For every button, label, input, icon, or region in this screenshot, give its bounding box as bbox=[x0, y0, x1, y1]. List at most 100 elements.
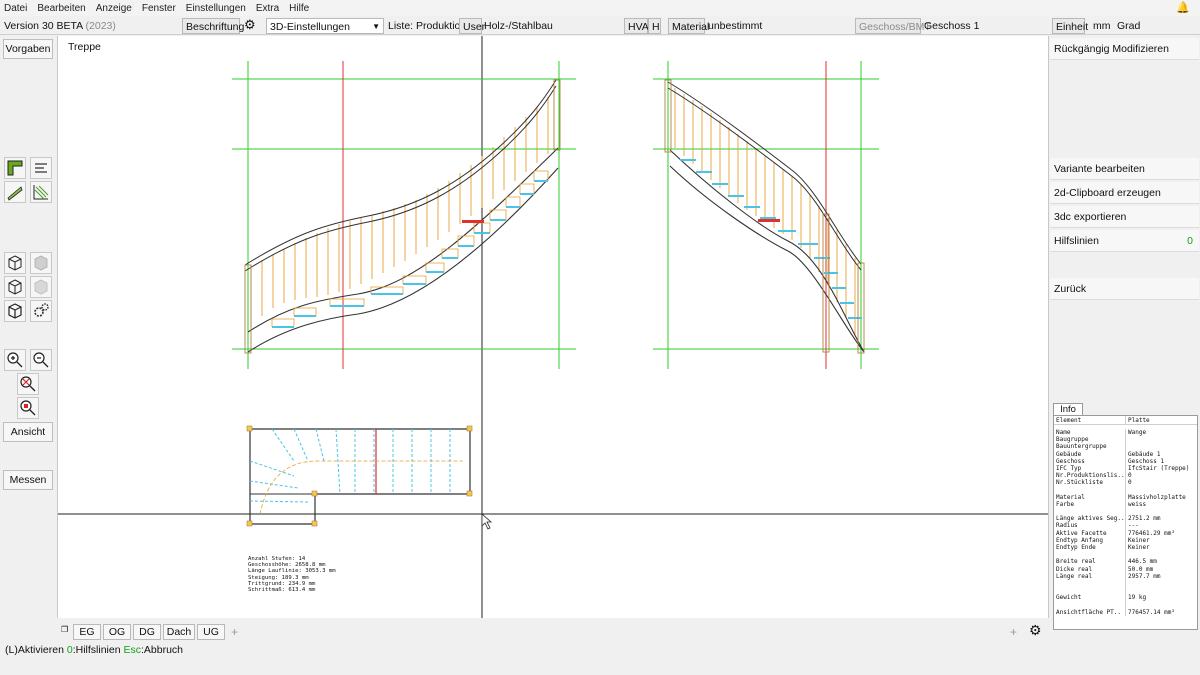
ansicht-button[interactable]: Ansicht bbox=[3, 422, 53, 442]
gear-icon[interactable]: ⚙ bbox=[244, 18, 264, 34]
info-rows: Name Wange Baugruppe Bauuntergruppe Gebäude G… bbox=[1054, 429, 1197, 616]
einheit-button[interactable]: Einheit bbox=[1052, 18, 1088, 34]
info-value bbox=[1126, 443, 1197, 450]
info-value bbox=[1126, 487, 1197, 494]
menu-einstellungen[interactable]: Einstellungen bbox=[186, 3, 246, 14]
info-key: Aktive Facette bbox=[1054, 529, 1126, 537]
info-row bbox=[1054, 601, 1197, 609]
geschoss-button[interactable]: Geschoss/BMT bbox=[855, 18, 931, 34]
stair-tool-icon[interactable] bbox=[30, 181, 52, 203]
hva-button[interactable]: HVA bbox=[624, 18, 649, 34]
info-value: Keiner bbox=[1128, 544, 1150, 551]
info-row: Länge aktives Seg.. 2751.2 mm bbox=[1054, 515, 1197, 523]
element-tool-icon[interactable] bbox=[4, 157, 26, 179]
info-key bbox=[1054, 587, 1126, 595]
menu-extra[interactable]: Extra bbox=[256, 3, 279, 14]
info-row: Name Wange bbox=[1054, 429, 1197, 437]
window-icon[interactable]: ❐ bbox=[61, 625, 68, 634]
export-3dc-button[interactable]: 3dc exportieren bbox=[1050, 206, 1199, 228]
info-row bbox=[1054, 508, 1197, 516]
zoom-in-icon[interactable] bbox=[4, 349, 26, 371]
h-button[interactable]: H bbox=[648, 18, 661, 34]
info-row: Geschoss Geschoss 1 bbox=[1054, 457, 1197, 465]
menu-anzeige[interactable]: Anzeige bbox=[96, 3, 132, 14]
tab-dg[interactable]: DG bbox=[133, 624, 161, 640]
solid-cube-icon[interactable] bbox=[30, 252, 52, 274]
tab-ug[interactable]: UG bbox=[197, 624, 225, 640]
user-button[interactable]: User bbox=[459, 18, 485, 34]
edit-variant-button[interactable]: Variante bearbeiten bbox=[1050, 158, 1199, 180]
treads-left bbox=[272, 180, 548, 328]
back-button[interactable]: Zurück bbox=[1050, 278, 1199, 300]
menu-bar: Datei Bearbeiten Anzeige Fenster Einstel… bbox=[0, 0, 1200, 16]
clipboard-2d-button[interactable]: 2d-Clipboard erzeugen bbox=[1050, 182, 1199, 204]
messen-button[interactable]: Messen bbox=[3, 470, 53, 490]
tab-og[interactable]: OG bbox=[103, 624, 131, 640]
bell-icon[interactable]: 🔔 bbox=[1176, 1, 1190, 14]
beschriftung-button[interactable]: Beschriftung bbox=[182, 18, 244, 34]
undo-modify-button[interactable]: Rückgängig Modifizieren bbox=[1050, 38, 1199, 60]
tab-eg[interactable]: EG bbox=[73, 624, 101, 640]
material-button[interactable]: Material bbox=[668, 18, 709, 34]
add-icon[interactable]: + bbox=[1010, 625, 1017, 639]
info-key: Bauuntergruppe bbox=[1054, 443, 1126, 451]
cube-view-icon[interactable] bbox=[4, 252, 26, 274]
zoom-out-icon[interactable] bbox=[30, 349, 52, 371]
vorgaben-button[interactable]: Vorgaben bbox=[3, 39, 53, 59]
list-tool-icon[interactable] bbox=[30, 157, 52, 179]
info-key: Nr.Produktionslis.. bbox=[1056, 472, 1126, 480]
grid-lines-left bbox=[232, 61, 576, 369]
info-value: 776461.29 mm² bbox=[1128, 529, 1175, 537]
dropdown-arrow-icon: ▼ bbox=[372, 22, 380, 31]
info-value: Geschoss 1 bbox=[1128, 457, 1165, 465]
view-settings-select[interactable]: 3D-Einstellungen ▼ bbox=[266, 18, 384, 34]
material-value[interactable]: unbestimmt bbox=[708, 18, 762, 34]
cube-render-icon[interactable] bbox=[4, 300, 26, 322]
status-cancel: :Abbruch bbox=[141, 644, 184, 656]
info-row: Nr.Stückliste 0 bbox=[1054, 479, 1197, 487]
info-tab[interactable]: Info bbox=[1053, 403, 1083, 415]
settings-gear-icon[interactable]: ⚙ bbox=[1029, 622, 1042, 639]
info-key: Länge real bbox=[1054, 572, 1126, 580]
geschoss-value[interactable]: Geschoss 1 bbox=[924, 18, 979, 34]
info-value bbox=[1126, 587, 1197, 594]
info-value: 19 kg bbox=[1128, 594, 1147, 602]
user-value[interactable]: Holz-/Stahlbau bbox=[484, 18, 553, 34]
info-row: Endtyp Ende Keiner bbox=[1054, 544, 1197, 552]
add-tab-icon[interactable]: + bbox=[231, 625, 238, 639]
info-row bbox=[1054, 486, 1197, 494]
zoom-reset-icon[interactable] bbox=[17, 373, 39, 395]
zoom-fit-icon[interactable] bbox=[17, 397, 39, 419]
plan-treads bbox=[249, 428, 451, 503]
tread-outlines-left bbox=[271, 170, 549, 327]
info-value: IfcStair (Treppe) bbox=[1128, 464, 1190, 472]
unit-angle[interactable]: Grad bbox=[1117, 18, 1140, 34]
info-value bbox=[1126, 436, 1197, 443]
drawing-canvas[interactable]: Treppe Anzahl Stufen: 14 Geschosshöhe: 2… bbox=[57, 36, 1049, 618]
info-value: weiss bbox=[1128, 500, 1147, 508]
gears-icon[interactable] bbox=[30, 300, 52, 322]
liste-label[interactable]: Liste: Produktion bbox=[388, 18, 466, 34]
slope-tool-icon[interactable] bbox=[4, 181, 26, 203]
info-value: Platte bbox=[1128, 417, 1150, 424]
menu-bearbeiten[interactable]: Bearbeiten bbox=[37, 3, 85, 14]
menu-hilfe[interactable]: Hilfe bbox=[289, 3, 309, 14]
tab-dach[interactable]: Dach bbox=[163, 624, 195, 640]
menu-fenster[interactable]: Fenster bbox=[142, 3, 176, 14]
mouse-cursor-icon bbox=[481, 513, 493, 530]
cube-wire-icon[interactable] bbox=[4, 276, 26, 298]
info-row bbox=[1054, 579, 1197, 588]
version-year: (2023) bbox=[85, 20, 116, 32]
info-row: Breite real 446.5 mm bbox=[1054, 558, 1197, 566]
info-value: Massivholzplatte bbox=[1128, 493, 1186, 501]
info-row: Baugruppe bbox=[1054, 436, 1197, 444]
unit-length[interactable]: mm bbox=[1093, 18, 1111, 34]
info-row: Gewicht 19 kg bbox=[1054, 594, 1197, 602]
right-elevation-view bbox=[653, 61, 879, 369]
menu-datei[interactable]: Datei bbox=[4, 3, 27, 14]
info-row: Bauuntergruppe bbox=[1054, 443, 1197, 451]
helper-lines-button[interactable]: Hilfslinien 0 bbox=[1050, 230, 1199, 252]
info-row: Gebäude Gebäude 1 bbox=[1054, 450, 1197, 458]
grid-lines-right bbox=[653, 61, 879, 369]
solid-cube-grey-icon[interactable] bbox=[30, 276, 52, 298]
